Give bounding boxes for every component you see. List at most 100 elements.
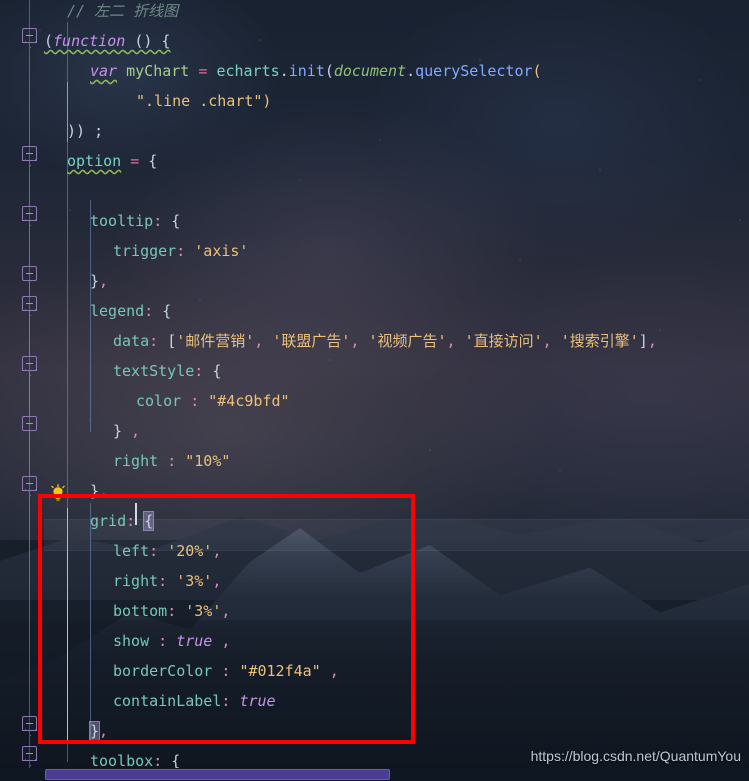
code-line[interactable]: var myChart = echarts.init(document.quer… <box>90 56 542 86</box>
code-token: : <box>158 632 168 650</box>
code-token: : <box>149 542 159 560</box>
code-token: } <box>90 482 100 500</box>
code-token: right <box>113 452 159 470</box>
code-token: '3%' <box>176 572 213 590</box>
code-line[interactable]: )) ; <box>67 116 103 146</box>
code-token: , <box>99 272 109 290</box>
code-token: var <box>90 62 118 80</box>
code-line[interactable]: legend: { <box>90 296 171 326</box>
code-token: ; <box>85 122 104 140</box>
code-text-area[interactable]: // 左二 折线图 (function () {var myChart = ech… <box>0 0 749 781</box>
code-line[interactable]: textStyle: { <box>113 356 221 386</box>
code-token: : <box>190 392 200 410</box>
code-token: , <box>254 332 264 350</box>
code-token: '搜索引擎' <box>560 332 639 350</box>
code-token: , <box>320 662 339 680</box>
code-line[interactable]: // 左二 折线图 <box>67 0 178 26</box>
lightbulb-icon[interactable] <box>48 484 68 504</box>
code-token: . <box>279 62 289 80</box>
code-token: { <box>171 212 181 230</box>
code-line[interactable]: }, <box>90 266 108 296</box>
code-token: color <box>136 392 182 410</box>
code-token: : <box>153 212 163 230</box>
code-line[interactable]: } , <box>113 416 140 446</box>
code-token: { <box>162 302 172 320</box>
code-token: [ <box>167 332 177 350</box>
code-token: } <box>113 422 123 440</box>
code-token: , <box>221 602 231 620</box>
code-line[interactable]: right : "10%" <box>113 446 230 476</box>
horizontal-scrollbar-thumb[interactable] <box>45 769 390 780</box>
code-token: : <box>126 512 136 530</box>
code-token: , <box>647 332 657 350</box>
code-token: "#4c9bfd" <box>208 392 290 410</box>
code-token: . <box>406 62 416 80</box>
code-line[interactable]: }, <box>88 716 108 746</box>
code-token: grid <box>90 512 127 530</box>
code-token: right <box>113 572 159 590</box>
code-line[interactable]: ".line .chart") <box>136 86 271 116</box>
code-token: : <box>167 452 177 470</box>
code-line[interactable]: option = { <box>67 146 157 176</box>
code-token: = <box>130 152 140 170</box>
code-token: } <box>90 272 100 290</box>
code-line[interactable]: (function () { <box>44 26 170 56</box>
code-line[interactable]: data: ['邮件营销', '联盟广告', '视频广告', '直接访问', '… <box>113 326 657 356</box>
code-token: { <box>212 362 222 380</box>
code-token: querySelector <box>415 62 533 80</box>
code-line[interactable]: tooltip: { <box>90 206 180 236</box>
code-line[interactable]: containLabel: true <box>113 686 276 716</box>
code-token: , <box>99 482 109 500</box>
code-line[interactable]: show : true , <box>113 626 230 656</box>
code-token: , <box>122 422 141 440</box>
code-token: true <box>239 692 276 710</box>
code-token: tooltip <box>90 212 154 230</box>
code-token: () <box>134 32 153 50</box>
code-line[interactable]: }, <box>90 476 108 506</box>
code-token: : <box>149 332 159 350</box>
code-token: 'axis' <box>194 242 249 260</box>
code-token: // 左二 折线图 <box>67 2 179 20</box>
code-token: borderColor <box>113 662 213 680</box>
code-token: { <box>143 511 155 531</box>
code-token: : <box>167 602 177 620</box>
code-token: function <box>53 32 126 50</box>
code-line[interactable]: bottom: '3%', <box>113 596 230 626</box>
code-line[interactable]: grid: { <box>90 506 155 536</box>
code-token: { <box>161 32 171 50</box>
code-token: data <box>113 332 150 350</box>
code-line[interactable]: borderColor : "#012f4a" , <box>113 656 339 686</box>
code-token: , <box>542 332 552 350</box>
code-token: , <box>212 632 231 650</box>
code-token: option <box>67 152 122 170</box>
code-token: trigger <box>113 242 177 260</box>
code-token: '邮件营销' <box>176 332 255 350</box>
code-token: legend <box>90 302 145 320</box>
code-token: show <box>113 632 150 650</box>
code-token: containLabel <box>113 692 222 710</box>
code-token: )) <box>67 122 86 140</box>
code-line[interactable]: right: '3%', <box>113 566 221 596</box>
code-token: ( <box>44 32 54 50</box>
code-line[interactable]: trigger: 'axis' <box>113 236 248 266</box>
code-line[interactable]: color : "#4c9bfd" <box>136 386 290 416</box>
code-line[interactable]: left: '20%', <box>113 536 221 566</box>
code-token: true <box>176 632 213 650</box>
code-token: bottom <box>113 602 168 620</box>
editor-window: // 左二 折线图 (function () {var myChart = ech… <box>0 0 749 781</box>
